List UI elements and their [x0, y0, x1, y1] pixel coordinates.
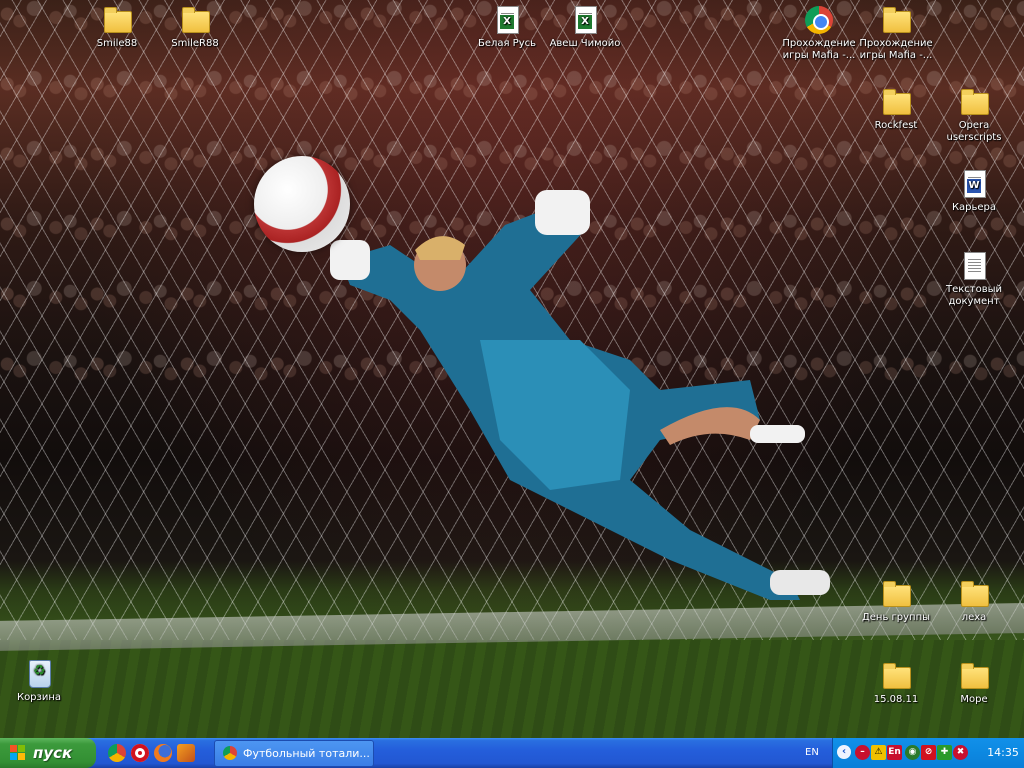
folder-icon [961, 581, 989, 607]
folder-icon [883, 89, 911, 115]
desktop-icon-opera-userscripts[interactable]: Opera userscripts [935, 86, 1013, 144]
desktop-icon-label: Smile88 [96, 38, 138, 49]
language-indicator[interactable]: EN [805, 738, 823, 768]
desktop-icon-belaya-rus[interactable]: X Белая Русь [468, 4, 546, 50]
network-icon[interactable]: ◉ [905, 745, 920, 760]
language-badge-icon[interactable]: En [887, 745, 902, 760]
system-tray: ‹ – ⚠ En ◉ ⊘ ✚ ✖ 14:35 [832, 738, 1024, 768]
chrome-icon [223, 746, 237, 760]
desktop-icon-label: Rockfest [874, 120, 918, 131]
desktop-icon-label: 15.08.11 [873, 694, 919, 705]
folder-icon [961, 89, 989, 115]
desktop-icon-mafia-shortcut[interactable]: Прохождение игры Mafia -... [780, 4, 858, 62]
desktop-icon-more[interactable]: Море [935, 660, 1013, 706]
desktop-icon-label: леха [961, 612, 987, 623]
desktop-icon-label: Море [960, 694, 988, 705]
chrome-icon[interactable] [108, 744, 126, 762]
goalkeeper-figure [330, 190, 830, 600]
desktop-icon-mafia-folder[interactable]: Прохождение игры Mafia -... [857, 4, 935, 62]
text-file-icon [964, 252, 986, 280]
desktop-icon-label: Белая Русь [477, 38, 537, 49]
desktop-icon-label: Opera userscripts [946, 120, 1002, 143]
firefox-icon[interactable] [154, 744, 172, 762]
desktop-icon-smiler88[interactable]: SmileR88 [156, 4, 234, 50]
desktop-icon-rockfest[interactable]: Rockfest [857, 86, 935, 132]
folder-icon [883, 7, 911, 33]
excel-file-icon: X [575, 6, 597, 34]
desktop-icon-recycle-bin[interactable]: Корзина [0, 658, 78, 704]
folder-icon [104, 7, 132, 33]
desktop-icon-label: SmileR88 [171, 38, 219, 49]
taskbar: пуск Футбольный тотали... EN ‹ – ⚠ En ◉ … [0, 738, 1024, 768]
shield-icon[interactable]: ✖ [953, 745, 968, 760]
start-label: пуск [33, 744, 73, 762]
desktop-icon-label: Прохождение игры Mafia -... [782, 38, 856, 61]
desktop-icon-text-document[interactable]: Текстовый документ [935, 250, 1013, 308]
desktop-icon-label: Корзина [16, 692, 62, 703]
folder-icon [961, 663, 989, 689]
clock[interactable]: 14:35 [983, 738, 1023, 768]
desktop-icon-lekha[interactable]: леха [935, 578, 1013, 624]
antivirus-icon[interactable]: ⊘ [921, 745, 936, 760]
warning-icon[interactable]: ⚠ [871, 745, 886, 760]
desktop-icon-karera[interactable]: W Карьера [935, 168, 1013, 214]
opera-icon[interactable] [131, 744, 149, 762]
football [254, 156, 350, 252]
puzzle-icon[interactable]: ✚ [937, 745, 952, 760]
folder-icon [883, 581, 911, 607]
desktop-icon-avesh-chimoyo[interactable]: X Авеш Чимойо [546, 4, 624, 50]
excel-file-icon: X [497, 6, 519, 34]
chrome-icon [805, 6, 833, 34]
taskbar-button-title: Футбольный тотали... [243, 747, 370, 760]
desktop-icon-15-08-11[interactable]: 15.08.11 [857, 660, 935, 706]
desktop-icon-den-gruppy[interactable]: День группы [857, 578, 935, 624]
desktop-icon-label: День группы [861, 612, 931, 623]
taskbar-button-chrome-window[interactable]: Футбольный тотали... [214, 740, 374, 767]
recycle-bin-icon [29, 660, 51, 688]
start-button[interactable]: пуск [0, 738, 96, 768]
desktop-icon-smile88[interactable]: Smile88 [78, 4, 156, 50]
desktop-icon-label: Авеш Чимойо [549, 38, 621, 49]
folder-icon [883, 663, 911, 689]
winamp-icon[interactable] [177, 744, 195, 762]
no-entry-icon[interactable]: – [855, 745, 870, 760]
windows-flag-icon [10, 745, 27, 761]
word-file-icon: W [964, 170, 986, 198]
desktop-icon-label: Карьера [951, 202, 997, 213]
desktop-icon-label: Прохождение игры Mafia -... [859, 38, 933, 61]
folder-icon [182, 7, 210, 33]
show-hidden-icons-button[interactable]: ‹ [837, 745, 851, 759]
desktop-icon-label: Текстовый документ [945, 284, 1003, 307]
